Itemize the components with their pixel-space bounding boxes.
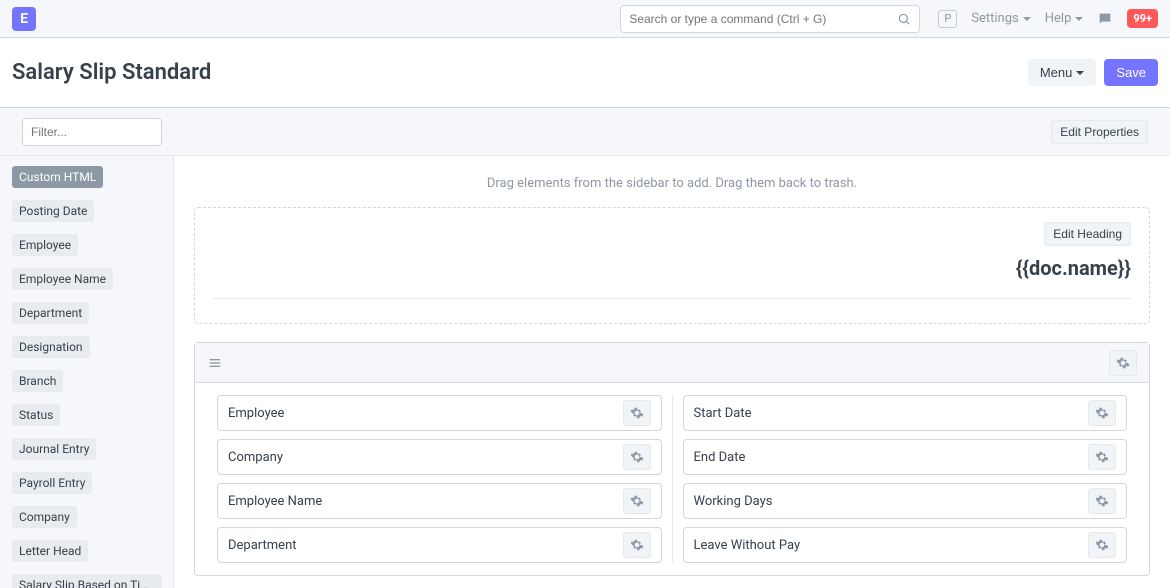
toolbar: Edit Properties [0,108,1170,156]
section-body: Employee Company Employee Name Department St… [195,383,1149,575]
sidebar: Custom HTML Posting Date Employee Employee … [0,156,174,588]
chevron-down-icon [1023,17,1031,21]
sidebar-item[interactable]: Employee Name [12,268,113,290]
form-section: Employee Company Employee Name Department St… [194,342,1150,576]
notification-badge[interactable]: 99+ [1127,9,1158,28]
page-actions: Menu Save [1028,59,1158,86]
heading-section: Edit Heading {{doc.name}} [194,207,1150,324]
sidebar-item[interactable]: Journal Entry [12,438,96,460]
chat-icon[interactable] [1097,11,1113,27]
search-box[interactable] [620,5,920,33]
app-logo[interactable]: E [12,7,36,31]
section-settings-button[interactable] [1109,350,1137,376]
navbar: E P Settings Help 99+ [0,0,1170,38]
field-label: Employee Name [228,494,322,509]
sidebar-item[interactable]: Salary Slip Based on Tim... [12,574,162,588]
sidebar-item[interactable]: Company [12,506,77,528]
sidebar-item[interactable]: Designation [12,336,90,358]
field-label: Company [228,450,283,465]
field-label: Working Days [694,494,773,509]
settings-label: Settings [971,11,1018,26]
sidebar-item[interactable]: Branch [12,370,63,392]
gear-icon [1095,450,1109,464]
edit-heading-button[interactable]: Edit Heading [1044,222,1131,246]
gear-icon [1095,538,1109,552]
canvas-hint: Drag elements from the sidebar to add. D… [194,168,1150,207]
field-settings-button[interactable] [623,532,651,558]
field-row[interactable]: Working Days [683,483,1128,519]
edit-properties-button[interactable]: Edit Properties [1051,120,1148,144]
sidebar-item[interactable]: Department [12,302,89,324]
gear-icon [1095,494,1109,508]
page-title: Salary Slip Standard [12,60,211,85]
navbar-center [620,5,920,33]
field-row[interactable]: Employee [217,395,662,431]
field-settings-button[interactable] [623,444,651,470]
menu-button[interactable]: Menu [1028,59,1097,86]
field-row[interactable]: Company [217,439,662,475]
heading-actions: Edit Heading [213,222,1131,246]
field-settings-button[interactable] [623,488,651,514]
search-input[interactable] [629,12,897,26]
field-settings-button[interactable] [1088,444,1116,470]
logo-letter: E [20,11,28,27]
field-label: Leave Without Pay [694,538,801,553]
drag-handle-icon[interactable] [207,355,223,371]
field-label: Department [228,538,297,553]
field-label: Start Date [694,406,752,421]
search-icon [897,12,911,26]
keyboard-hint: P [938,10,957,28]
field-settings-button[interactable] [623,400,651,426]
sidebar-item[interactable]: Custom HTML [12,166,103,188]
sidebar-item[interactable]: Employee [12,234,78,256]
field-row[interactable]: Leave Without Pay [683,527,1128,563]
doc-name-heading: {{doc.name}} [213,256,1131,280]
gear-icon [1095,406,1109,420]
field-row[interactable]: Department [217,527,662,563]
help-menu[interactable]: Help [1045,11,1084,26]
form-column: Start Date End Date Working Days Leave With… [673,395,1138,563]
chevron-down-icon [1076,71,1084,75]
gear-icon [630,538,644,552]
sidebar-item[interactable]: Letter Head [12,540,88,562]
navbar-right: P Settings Help 99+ [938,9,1158,28]
field-row[interactable]: End Date [683,439,1128,475]
field-settings-button[interactable] [1088,488,1116,514]
gear-icon [630,494,644,508]
field-row[interactable]: Employee Name [217,483,662,519]
heading-divider [213,298,1131,299]
save-button[interactable]: Save [1104,59,1158,86]
sidebar-item[interactable]: Posting Date [12,200,94,222]
navbar-left: E [12,7,36,31]
field-settings-button[interactable] [1088,532,1116,558]
main: Custom HTML Posting Date Employee Employee … [0,156,1170,588]
field-row[interactable]: Start Date [683,395,1128,431]
settings-menu[interactable]: Settings [971,11,1030,26]
chevron-down-icon [1075,17,1083,21]
sidebar-item[interactable]: Payroll Entry [12,472,92,494]
help-label: Help [1045,11,1072,26]
gear-icon [630,450,644,464]
field-settings-button[interactable] [1088,400,1116,426]
gear-icon [1116,356,1130,370]
field-label: End Date [694,450,746,465]
menu-label: Menu [1040,65,1073,80]
page-header: Salary Slip Standard Menu Save [0,38,1170,108]
toolbar-right: Edit Properties [1051,120,1148,144]
form-column: Employee Company Employee Name Department [207,395,673,563]
filter-input[interactable] [22,118,162,146]
gear-icon [630,406,644,420]
canvas: Drag elements from the sidebar to add. D… [174,156,1170,588]
section-header [195,343,1149,383]
field-label: Employee [228,406,284,421]
sidebar-item[interactable]: Status [12,404,60,426]
